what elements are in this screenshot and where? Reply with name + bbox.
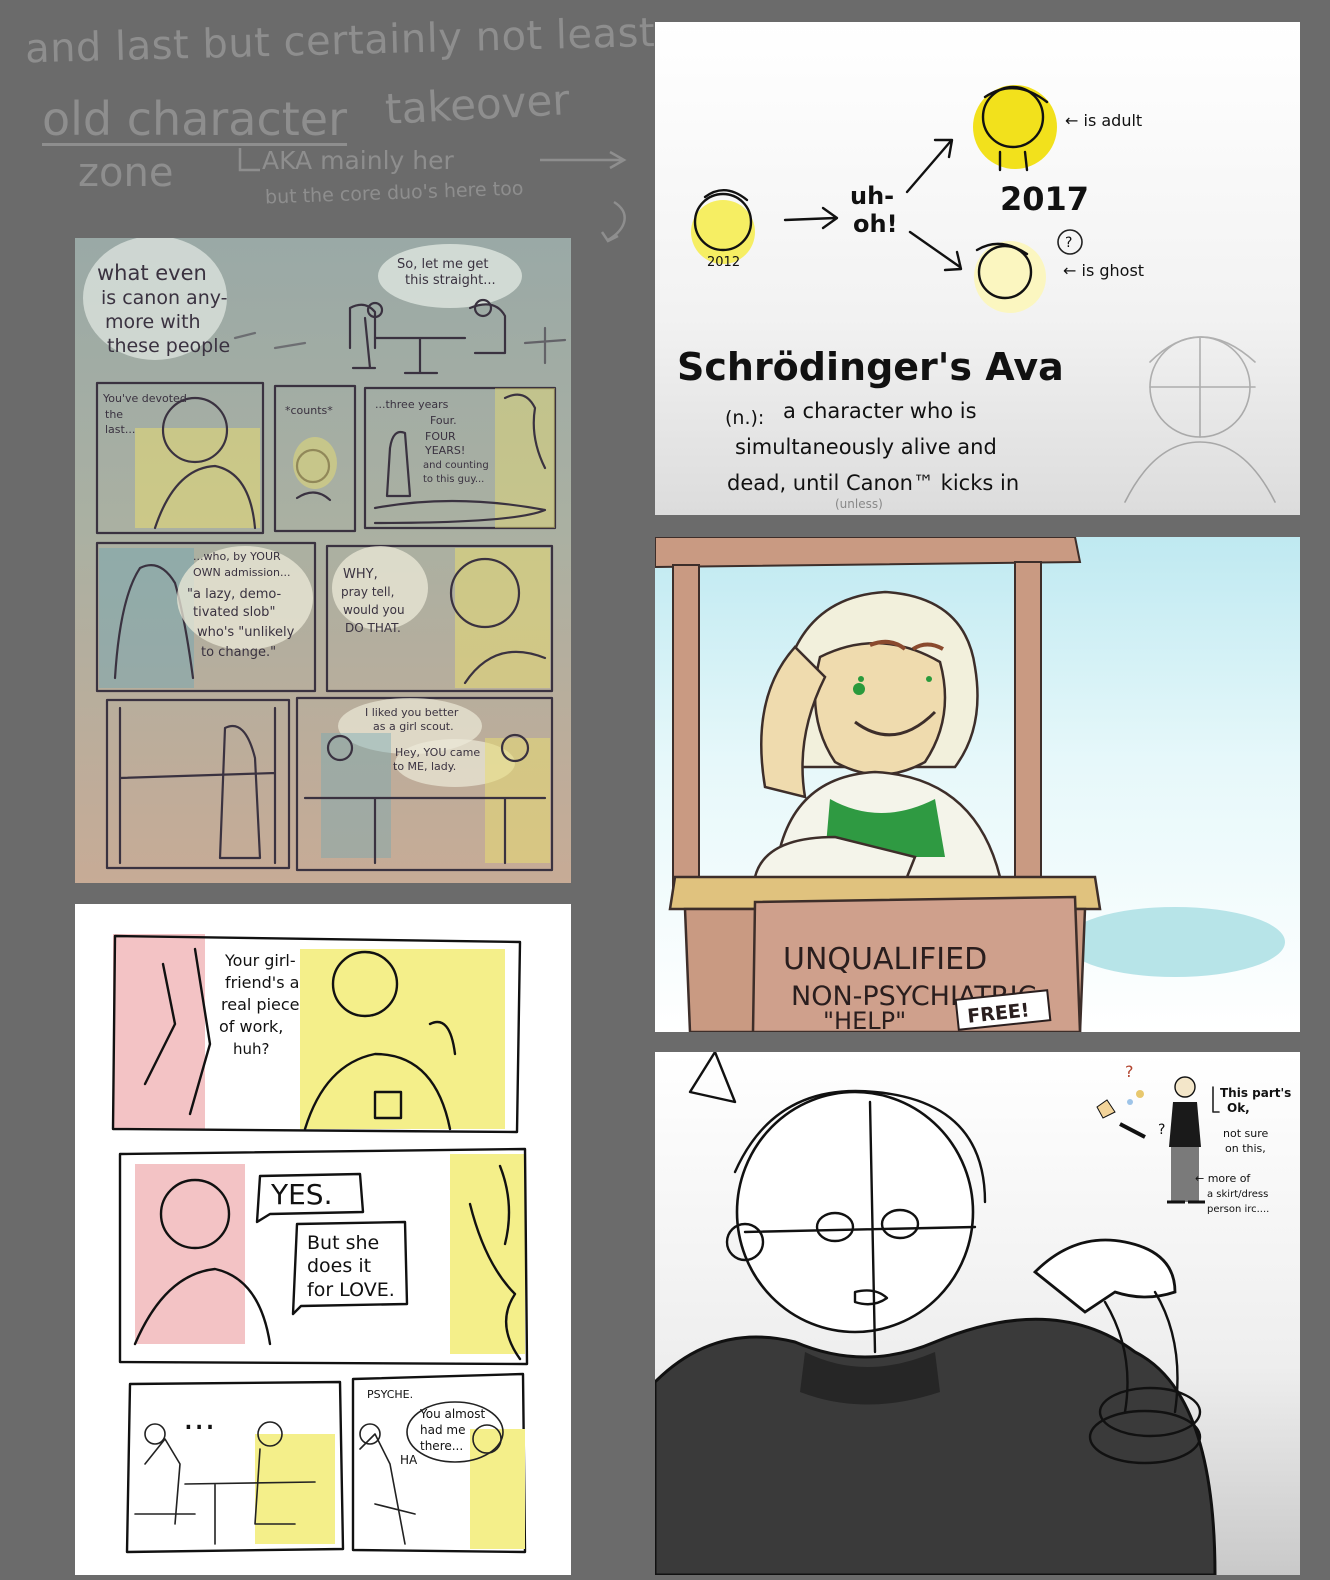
note-1: This part's [1220,1086,1291,1100]
ghost-question: ? [1065,235,1072,251]
p5-line-4: tivated slob" [193,605,275,620]
p2-yes: YES. [270,1178,332,1211]
note-4: on this, [1225,1142,1266,1155]
p2b-line-2: does it [307,1255,371,1277]
p4b-line-1: You almost [419,1407,485,1421]
header-arrows [238,148,627,243]
p4b-line-2: had me [420,1423,465,1437]
p4-line-6: to this guy... [423,474,484,485]
p4-line-2: Four. [430,414,457,427]
p1-line-2: friend's a [225,973,299,992]
caption-line-4: these people [107,335,230,357]
schrodinger-panel: 2012 uh- oh! 2017 ← is adult ← is ghost … [655,22,1300,515]
p2b-line-1: But she [307,1232,379,1254]
svg-text:?: ? [1125,1062,1134,1081]
sign-line-3: "HELP" [823,1007,906,1032]
header-old-character: old character [42,92,348,146]
booth-panel: UNQUALIFIED NON-PSYCHIATRIC "HELP" FREE! [655,537,1300,1032]
p6-line-2: pray tell, [341,585,394,599]
comic-page-1-art: what even is canon any- more with these … [83,238,567,872]
p4-line-3: FOUR [425,430,456,443]
p4b-line-3: there... [420,1439,463,1453]
p8-line-2: as a girl scout. [373,720,454,733]
is-ghost: ← is ghost [1063,261,1144,280]
caption-line-3: more with [105,311,201,333]
p5-line-5: who's "unlikely [197,625,295,640]
p2-line-3: last... [105,423,135,436]
def-line-3: dead, until Canon™ kicks in [727,471,1019,495]
def-unless: (unless) [835,497,883,511]
p4-line-5: and counting [423,460,489,471]
header-line-1: and last but certainly not least, [24,9,669,73]
p2-line-1: You've devoted [102,392,187,405]
def-label: (n.): [725,407,764,429]
uh-oh-1: uh- [850,182,894,210]
reference-figure: ? ? [1096,1062,1205,1204]
bubble-top-1: So, let me get [397,257,488,272]
booth-art: UNQUALIFIED NON-PSYCHIATRIC "HELP" FREE! [655,537,1285,1032]
year-2012: 2012 [707,255,740,270]
p5-line-3: "a lazy, demo- [187,587,282,602]
bubble-top-2: this straight... [405,273,496,288]
header-zone: zone [78,150,174,196]
p4-line-1: ...three years [375,398,449,411]
def-line-1: a character who is [783,399,977,423]
sketch-panel: ? ? This part's Ok, not sure on this, ← … [655,1052,1300,1575]
p3-text: *counts* [285,404,333,417]
comic-page-2: Your girl- friend's a real piece of work… [75,904,571,1575]
p5-line-2: OWN admission... [193,566,290,579]
is-adult: ← is adult [1065,111,1142,130]
p6-line-1: WHY, [343,567,378,582]
p8-line-3: Hey, YOU came [395,746,480,759]
note-5: ← more of [1195,1172,1251,1185]
p4-line-4: YEARS! [424,444,465,457]
uh-oh-2: oh! [853,210,898,238]
p1-line-4: of work, [219,1017,283,1036]
schrodinger-art: 2012 uh- oh! 2017 ← is adult ← is ghost … [677,85,1276,511]
p2-line-2: the [105,408,123,421]
comic-page-1: what even is canon any- more with these … [75,238,571,883]
header-takeover: takeover [383,75,571,134]
year-2017: 2017 [1000,180,1089,218]
p6-line-3: would you [343,603,405,617]
p1-line-5: huh? [233,1040,269,1058]
p1-line-1: Your girl- [224,951,296,970]
comic-page-2-art: Your girl- friend's a real piece of work… [111,934,529,1554]
p8-line-4: to ME, lady. [393,760,456,773]
p4-ha: HA [400,1453,418,1467]
sign-line-1: UNQUALIFIED [783,942,987,977]
p1-line-3: real piece [221,995,300,1014]
caption-line-2: is canon any- [101,287,228,309]
caption-line-1: what even [97,261,207,285]
note-7: person irc.... [1207,1204,1269,1215]
svg-text:?: ? [1158,1122,1165,1138]
p3-dots: ... [183,1398,215,1438]
p2b-line-3: for LOVE. [307,1279,395,1301]
def-line-2: simultaneously alive and [735,435,997,459]
p8-line-1: I liked you better [365,706,459,719]
note-2: Ok, [1227,1101,1250,1115]
sketch-art: ? ? This part's Ok, not sure on this, ← … [655,1052,1291,1575]
p4-psyche: PSYCHE. [367,1388,413,1401]
p6-line-4: DO THAT. [345,621,401,635]
schrodinger-title: Schrödinger's Ava [677,345,1064,389]
p5-line-1: ...who, by YOUR [193,550,281,563]
p5-line-6: to change." [201,645,276,660]
note-3: not sure [1223,1127,1268,1140]
note-6: a skirt/dress [1207,1189,1268,1200]
